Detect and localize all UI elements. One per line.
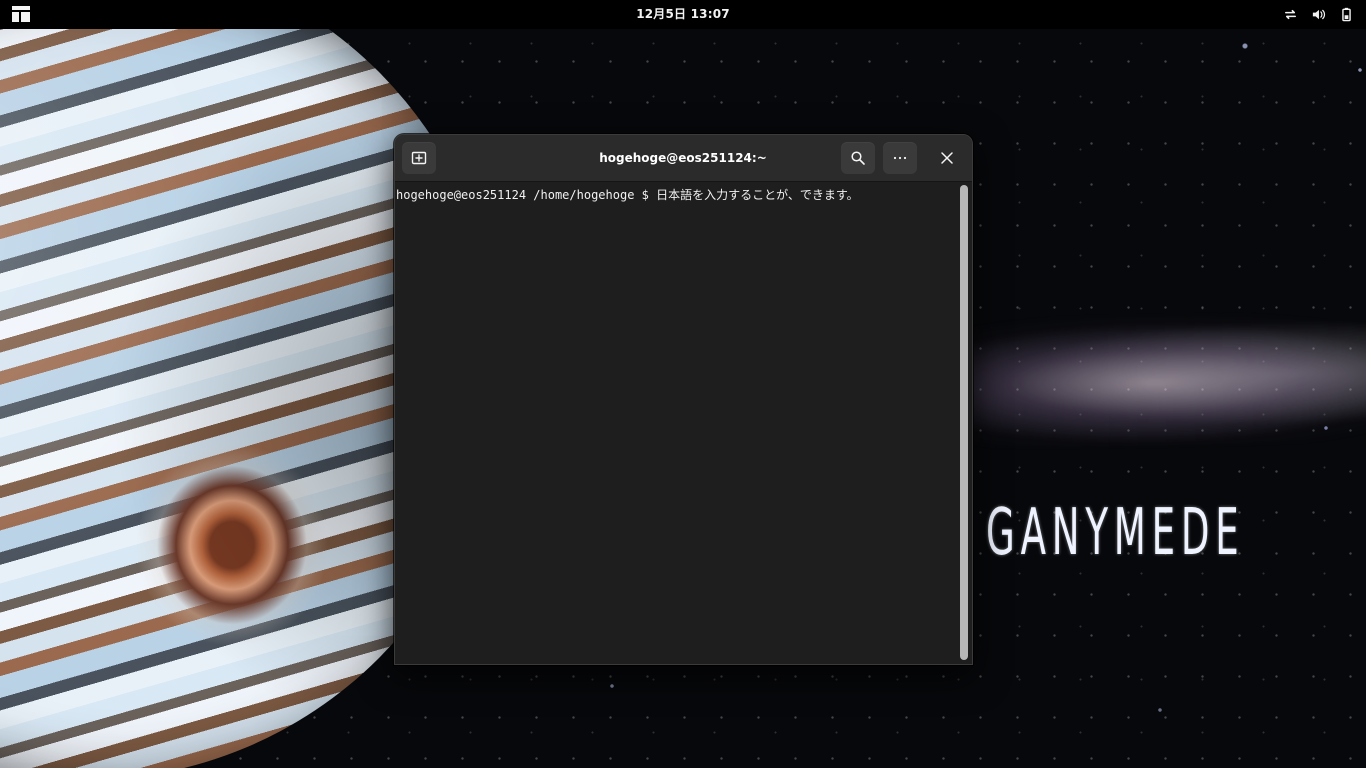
terminal-menu-button[interactable] — [883, 142, 917, 174]
terminal-command-line[interactable]: hogehoge@eos251124 /home/hogehoge $ 日本語を… — [396, 187, 951, 203]
close-icon — [941, 152, 953, 164]
new-tab-button[interactable] — [402, 142, 436, 174]
search-button[interactable] — [841, 142, 875, 174]
terminal-title: hogehoge@eos251124:~ — [599, 151, 767, 165]
ellipsis-icon — [893, 156, 907, 160]
close-button[interactable] — [932, 144, 962, 172]
battery-icon[interactable] — [1339, 7, 1354, 22]
search-icon — [851, 151, 865, 165]
top-bar: 12月5日 13:07 — [0, 0, 1366, 29]
date-time-clock[interactable]: 12月5日 13:07 — [0, 7, 1366, 21]
terminal-scrollbar[interactable] — [960, 185, 968, 660]
system-tray[interactable] — [1283, 6, 1354, 23]
terminal-output-area[interactable]: hogehoge@eos251124 /home/hogehoge $ 日本語を… — [395, 182, 972, 664]
wallpaper-title: GANYMEDE — [986, 496, 1245, 570]
volume-icon[interactable] — [1311, 7, 1326, 22]
network-icon[interactable] — [1283, 7, 1298, 22]
new-tab-icon — [411, 151, 427, 165]
terminal-scrollbar-thumb[interactable] — [960, 185, 968, 660]
terminal-window[interactable]: hogehoge@eos251124:~ hogehoge@eos251124 … — [394, 134, 973, 665]
terminal-titlebar[interactable]: hogehoge@eos251124:~ — [395, 135, 972, 182]
